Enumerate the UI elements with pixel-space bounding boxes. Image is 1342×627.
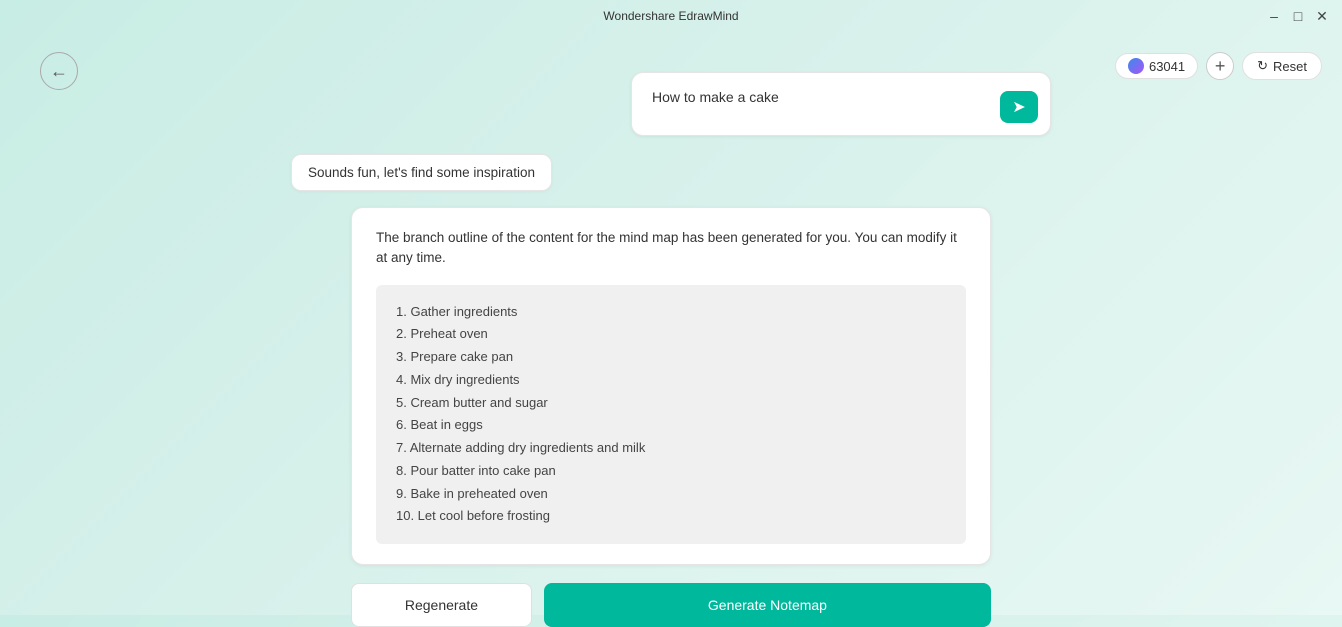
outline-card: The branch outline of the content for th… xyxy=(351,207,991,565)
generate-notemap-button[interactable]: Generate Notemap xyxy=(544,583,991,627)
window-controls: – □ ✕ xyxy=(1266,0,1330,32)
title-bar: Wondershare EdrawMind – □ ✕ xyxy=(0,0,1342,32)
user-message-wrap: How to make a cake ➤ xyxy=(291,72,1051,136)
send-button[interactable]: ➤ xyxy=(1000,91,1038,123)
list-item: 6. Beat in eggs xyxy=(396,414,946,437)
buttons-row: Regenerate Generate Notemap xyxy=(351,583,991,627)
list-item: 5. Cream butter and sugar xyxy=(396,392,946,415)
chat-area: How to make a cake ➤ Sounds fun, let's f… xyxy=(0,32,1342,615)
list-item: 4. Mix dry ingredients xyxy=(396,369,946,392)
app-title: Wondershare EdrawMind xyxy=(603,9,738,23)
list-item: 3. Prepare cake pan xyxy=(396,346,946,369)
list-item: 1. Gather ingredients xyxy=(396,301,946,324)
maximize-button[interactable]: □ xyxy=(1290,8,1306,24)
list-item: 8. Pour batter into cake pan xyxy=(396,460,946,483)
outline-description: The branch outline of the content for th… xyxy=(376,228,966,269)
list-item: 7. Alternate adding dry ingredients and … xyxy=(396,437,946,460)
regenerate-button[interactable]: Regenerate xyxy=(351,583,532,627)
user-message-text: How to make a cake xyxy=(652,89,1034,105)
minimize-button[interactable]: – xyxy=(1266,8,1282,24)
ai-message-bubble: Sounds fun, let's find some inspiration xyxy=(291,154,552,191)
list-item: 9. Bake in preheated oven xyxy=(396,483,946,506)
send-icon: ➤ xyxy=(1012,97,1025,117)
outline-list-container: 1. Gather ingredients2. Preheat oven3. P… xyxy=(376,285,966,545)
outline-list: 1. Gather ingredients2. Preheat oven3. P… xyxy=(396,301,946,529)
close-button[interactable]: ✕ xyxy=(1314,8,1330,24)
ai-message-wrap: Sounds fun, let's find some inspiration xyxy=(291,154,1051,191)
list-item: 2. Preheat oven xyxy=(396,323,946,346)
list-item: 10. Let cool before frosting xyxy=(396,505,946,528)
user-message-bubble: How to make a cake ➤ xyxy=(631,72,1051,136)
